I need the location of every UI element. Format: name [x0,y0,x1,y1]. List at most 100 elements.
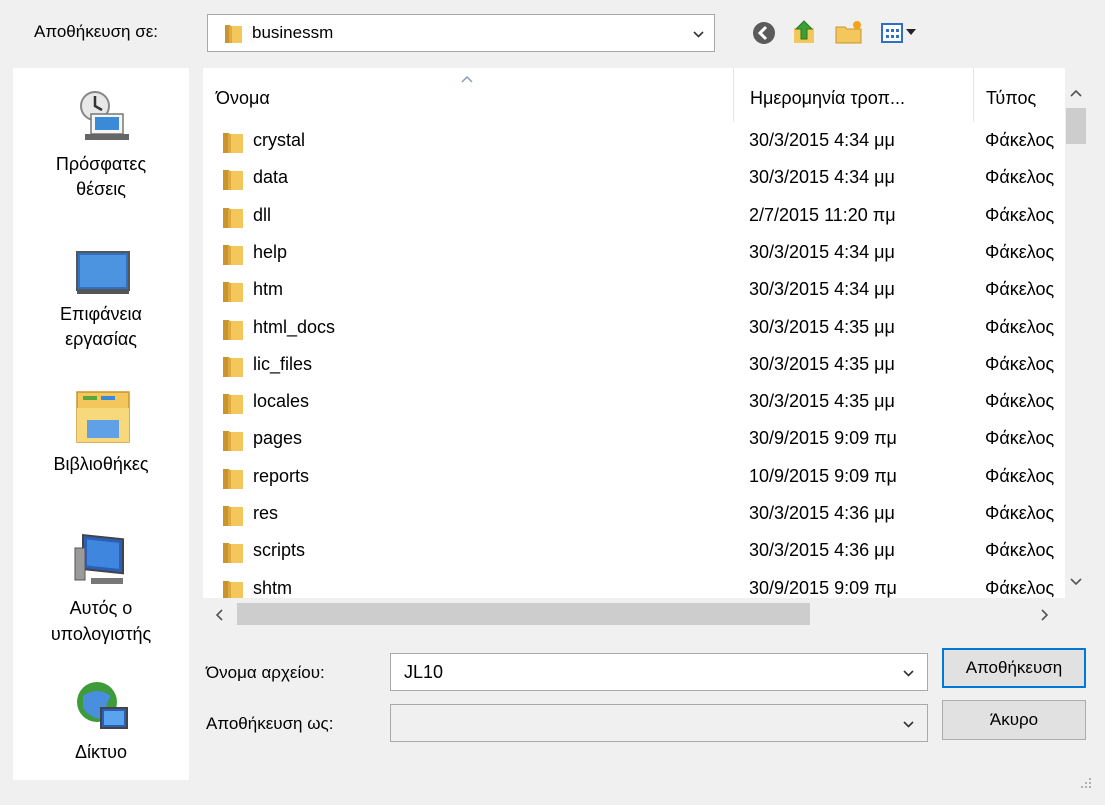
file-type: Φάκελος [985,391,1055,412]
file-row[interactable]: dll 2/7/2015 11:20 πμ Φάκελος [203,198,1065,234]
file-row[interactable]: reports 10/9/2015 9:09 πμ Φάκελος [203,459,1065,495]
folder-icon [223,356,243,377]
file-date: 2/7/2015 11:20 πμ [749,204,896,225]
file-name: res [253,503,279,523]
save-in-combo[interactable]: businessm [207,14,715,52]
place-label: Πρόσφατες [55,154,147,174]
scroll-down-icon[interactable] [1070,573,1082,591]
folder-icon [223,431,243,452]
file-name: data [253,167,289,188]
file-date: 30/3/2015 4:35 μμ [749,353,895,374]
file-type: Φάκελος [985,353,1055,374]
file-date: 30/3/2015 4:35 μμ [749,391,895,412]
cancel-button[interactable]: Άκυρο [942,700,1086,740]
folder-icon [223,319,243,340]
file-name: dll [253,204,272,225]
filename-value: JL10 [404,662,444,682]
file-type: Φάκελος [985,167,1055,188]
network-icon [77,682,128,729]
file-name: scripts [253,540,306,561]
column-header-name[interactable]: Όνομα [203,68,733,122]
up-folder-icon [794,20,814,43]
file-date: 30/3/2015 4:36 μμ [749,503,895,523]
file-type: Φάκελος [985,241,1055,262]
save-as-type-label: Αποθήκευση ως: [206,714,334,733]
file-name: help [253,241,288,262]
place-label: Δίκτυο [75,742,127,762]
file-date: 30/9/2015 9:09 πμ [749,428,897,449]
save-in-value: businessm [252,23,334,42]
folder-icon [223,468,243,489]
save-as-type-select[interactable] [390,704,928,742]
file-type: Φάκελος [985,503,1055,523]
scroll-up-icon[interactable] [1070,84,1082,102]
folder-icon [223,394,243,415]
scroll-right-icon[interactable] [1041,608,1049,626]
file-type: Φάκελος [985,279,1055,300]
file-row[interactable]: data 30/3/2015 4:34 μμ Φάκελος [203,160,1065,196]
place-label: Επιφάνεια [60,304,142,324]
folder-icon [223,506,243,526]
folder-icon [225,25,242,43]
up-folder-button[interactable] [788,17,820,49]
file-date: 30/3/2015 4:35 μμ [749,316,895,337]
file-name: html_docs [253,316,336,337]
place-label: εργασίας [65,329,137,349]
file-row[interactable]: scripts 30/3/2015 4:36 μμ Φάκελος [203,533,1065,569]
computer-icon [74,533,124,584]
save-in-label: Αποθήκευση σε: [34,22,159,41]
file-row[interactable]: locales 30/3/2015 4:35 μμ Φάκελος [203,384,1065,420]
file-type: Φάκελος [985,465,1055,486]
folder-icon [223,170,243,191]
file-type: Φάκελος [985,577,1055,598]
file-date: 30/3/2015 4:34 μμ [749,130,895,150]
column-header-type[interactable]: Τύπος [973,68,1066,122]
file-row[interactable]: help 30/3/2015 4:34 μμ Φάκελος [203,235,1065,271]
save-button[interactable]: Αποθήκευση [942,648,1086,688]
chevron-down-icon[interactable] [903,719,914,730]
file-date: 30/3/2015 4:34 μμ [749,241,895,262]
folder-icon [223,133,243,153]
file-date: 10/9/2015 9:09 πμ [749,465,897,486]
file-type: Φάκελος [985,316,1055,337]
desktop-icon [76,251,130,294]
column-header-label: Ημερομηνία τροπ... [750,88,905,108]
file-name: reports [253,465,310,486]
back-arrow-icon [753,22,775,44]
scroll-left-icon[interactable] [215,608,223,626]
file-type: Φάκελος [985,204,1055,225]
places-bar: Πρόσφατες θέσεις Επιφάνεια εργασίας Βιβλ… [13,68,189,780]
file-type: Φάκελος [985,540,1055,561]
column-header-date[interactable]: Ημερομηνία τροπ... [733,68,974,122]
chevron-down-icon[interactable] [693,29,704,40]
file-row[interactable]: lic_files 30/3/2015 4:35 μμ Φάκελος [203,347,1065,383]
file-date: 30/3/2015 4:34 μμ [749,167,895,188]
chevron-down-icon[interactable] [903,668,914,679]
sort-ascending-icon [461,76,473,83]
resize-grip-icon[interactable] [1075,772,1093,790]
vertical-scrollbar[interactable] [1065,68,1087,598]
vertical-scroll-thumb[interactable] [1066,108,1086,144]
file-row[interactable]: html_docs 30/3/2015 4:35 μμ Φάκελος [203,310,1065,346]
file-row[interactable]: htm 30/3/2015 4:34 μμ Φάκελος [203,272,1065,308]
file-list[interactable]: Όνομα Ημερομηνία τροπ... Τύπος crystal 30… [203,68,1087,630]
view-menu-icon [881,23,916,43]
back-button[interactable] [748,17,780,49]
place-label: υπολογιστής [50,624,152,644]
horizontal-scroll-thumb[interactable] [237,603,810,625]
place-label: Βιβλιοθήκες [53,454,149,474]
new-folder-icon [835,21,862,44]
file-row[interactable]: res 30/3/2015 4:36 μμ Φάκελος [203,496,1065,532]
place-label: Αυτός ο [69,598,133,618]
filename-input[interactable]: JL10 [390,653,928,691]
view-menu-button[interactable] [878,17,928,49]
folder-icon [223,543,243,564]
new-folder-button[interactable] [833,17,865,49]
place-label: θέσεις [76,179,126,199]
file-date: 30/9/2015 9:09 πμ [749,577,897,598]
file-date: 30/3/2015 4:34 μμ [749,279,895,300]
filename-label: Όνομα αρχείου: [206,663,325,682]
folder-icon [223,207,243,228]
file-row[interactable]: pages 30/9/2015 9:09 πμ Φάκελος [203,421,1065,457]
file-row[interactable]: crystal 30/3/2015 4:34 μμ Φάκελος [203,123,1065,159]
